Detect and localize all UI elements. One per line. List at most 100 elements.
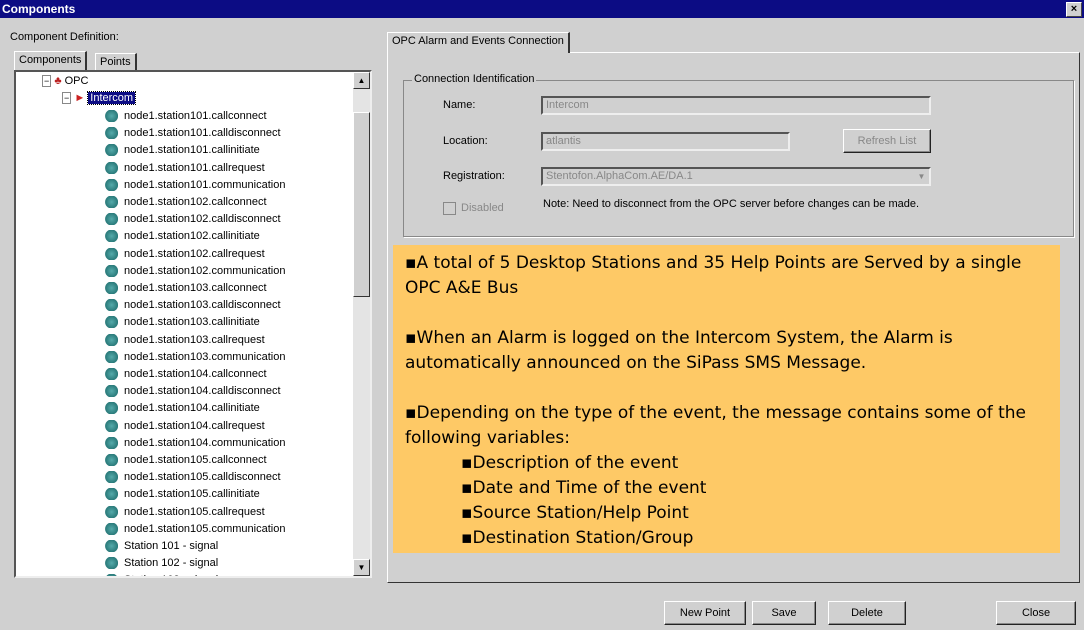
callout-variable: ▪Date and Time of the event [461,478,707,498]
opc-icon: ♣ [54,75,62,87]
telephone-icon [102,144,118,157]
tree-item[interactable]: node1.station103.callinitiate [102,314,260,331]
telephone-icon [102,368,118,381]
telephone-icon [102,540,118,553]
tree-node-label: Intercom [87,91,137,105]
callout-text: ▪When an Alarm is logged on the Intercom… [405,328,953,373]
tree-item[interactable]: node1.station101.callconnect [102,108,267,125]
tree-item-label: node1.station104.callconnect [124,368,267,380]
tree-item-label: node1.station104.calldisconnect [124,385,281,398]
name-field[interactable]: Intercom [541,96,931,115]
chevron-down-icon[interactable]: ▼ [915,170,928,183]
tab-opc-alarm-events[interactable]: OPC Alarm and Events Connection [387,32,570,53]
telephone-icon [102,454,118,467]
tree-item-label: node1.station101.callinitiate [124,144,260,157]
tree-item-label: node1.station101.calldisconnect [124,127,281,140]
tree-item-label: node1.station104.callrequest [124,419,265,432]
tree-node-intercom[interactable]: − ► Intercom [62,90,137,107]
window-title: Components [2,2,76,16]
tree-item[interactable]: node1.station104.callinitiate [102,400,260,417]
tree-item[interactable]: node1.station105.communication [102,521,285,538]
telephone-icon [102,471,118,484]
component-definition-label: Component Definition: [10,31,119,43]
tree-item-label: node1.station105.calldisconnect [124,471,281,484]
new-point-button[interactable]: New Point [664,601,746,625]
info-callout: ▪A total of 5 Desktop Stations and 35 He… [393,245,1060,553]
tree-item[interactable]: node1.station102.callconnect [102,194,267,211]
callout-variable: ▪Destination Station/Group [461,528,694,548]
close-button[interactable]: Close [996,601,1076,625]
telephone-icon [102,557,118,570]
tree-item[interactable]: node1.station101.calldisconnect [102,125,281,142]
tree-item[interactable]: node1.station105.callconnect [102,452,267,469]
telephone-icon [102,178,118,191]
tree-item[interactable]: node1.station103.calldisconnect [102,297,281,314]
callout-variable: ▪Description of the event [461,453,679,473]
telephone-icon [102,522,118,535]
intercom-icon: ► [74,92,86,104]
telephone-icon [102,247,118,260]
tree-item[interactable]: node1.station104.communication [102,435,285,452]
registration-select[interactable]: Stentofon.AlphaCom.AE/DA.1 ▼ [541,167,931,186]
tree-item-label: Station 102 - signal [124,557,219,570]
location-field[interactable]: atlantis [541,132,790,151]
tree-node-label: OPC [64,75,89,87]
tree-item[interactable]: node1.station101.communication [102,177,285,194]
tab-components[interactable]: Components [14,51,88,70]
telephone-icon [102,161,118,174]
disabled-checkbox[interactable] [443,202,456,215]
telephone-icon [102,299,118,312]
tree-item-label: node1.station105.communication [124,522,286,535]
telephone-icon [102,505,118,518]
telephone-icon [102,488,118,501]
telephone-icon [102,350,118,363]
tree-item[interactable]: node1.station104.callconnect [102,366,267,383]
tab-points[interactable]: Points [95,53,137,70]
delete-button[interactable]: Delete [828,601,906,625]
tree-item-label: node1.station103.communication [124,350,286,363]
telephone-icon [102,127,118,140]
disconnect-note: Note: Need to disconnect from the OPC se… [543,198,920,210]
tree-item[interactable]: node1.station102.callinitiate [102,228,260,245]
tree-item[interactable]: node1.station102.calldisconnect [102,211,281,228]
tree-scrollbar[interactable]: ▲ ▼ [353,72,370,576]
tree-item[interactable]: node1.station101.callrequest [102,160,265,177]
telephone-icon [102,402,118,415]
tree-item[interactable]: node1.station103.callrequest [102,332,265,349]
tree-item[interactable]: node1.station102.callrequest [102,246,265,263]
tree-item[interactable]: node1.station105.calldisconnect [102,469,281,486]
tree-item[interactable]: node1.station104.calldisconnect [102,383,281,400]
refresh-list-button[interactable]: Refresh List [843,129,931,153]
tree-item-label: node1.station105.callconnect [124,454,267,466]
registration-value: Stentofon.AlphaCom.AE/DA.1 [546,170,693,182]
telephone-icon [102,436,118,449]
tree-item[interactable]: Station 101 - signal [102,538,218,555]
telephone-icon [102,419,118,432]
tree-node-opc[interactable]: − ♣ OPC [42,73,88,90]
scroll-down-button[interactable]: ▼ [353,559,370,576]
tree-item[interactable]: node1.station103.callconnect [102,280,267,297]
save-button[interactable]: Save [752,601,816,625]
tree-item[interactable]: node1.station101.callinitiate [102,142,260,159]
tree-item[interactable]: node1.station103.communication [102,349,285,366]
tree-item-label: Station 103 - signal [124,574,218,576]
telephone-icon [102,264,118,277]
title-bar: Components × [0,0,1084,18]
tree-item[interactable]: node1.station104.callrequest [102,418,265,435]
components-window: Components × Component Definition: Compo… [0,0,1084,630]
telephone-icon [102,196,118,209]
tree-item-label: node1.station102.callinitiate [124,230,260,243]
tree-item-label: node1.station103.callinitiate [124,316,260,329]
tree-item-label: node1.station104.communication [124,436,286,449]
tree-item[interactable]: node1.station102.communication [102,263,285,280]
close-window-button[interactable]: × [1066,2,1082,17]
tree-item-label: node1.station104.callinitiate [124,402,260,415]
tree-item[interactable]: Station 103 - signal [102,572,218,576]
tree-item-label: Station 101 - signal [124,540,219,552]
tree-item[interactable]: node1.station105.callrequest [102,504,265,521]
scroll-up-button[interactable]: ▲ [353,72,370,89]
scroll-thumb[interactable] [353,112,370,297]
telephone-icon [102,316,118,329]
tree-item[interactable]: Station 102 - signal [102,555,218,572]
tree-item[interactable]: node1.station105.callinitiate [102,486,260,503]
